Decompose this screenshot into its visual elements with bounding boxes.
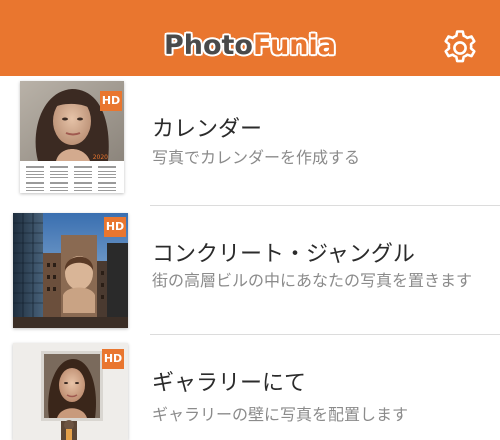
list-item-calendar[interactable]: 2020 HD カレンダー 写真でカレンダーを作成する: [0, 76, 500, 204]
app-logo: PhotoFunia: [0, 26, 500, 66]
hd-badge: HD: [100, 91, 122, 111]
hd-badge: HD: [102, 349, 124, 369]
effect-description: ギャラリーの壁に写真を配置します: [152, 405, 409, 424]
gear-icon: [444, 30, 476, 63]
calendar-thumbnail: 2020 HD: [20, 81, 124, 193]
list-item-concrete-jungle[interactable]: HD コンクリート・ジャングル 街の高層ビルの中にあなたの写真を置きます: [0, 206, 500, 334]
concrete-jungle-thumbnail: HD: [13, 213, 128, 328]
effects-list: 2020 HD カレンダー 写真でカレンダーを作成する HD コンクリート・ジャ…: [0, 76, 500, 440]
logo-text-funia: Funia: [252, 30, 337, 61]
calendar-year-label: 2020: [93, 154, 108, 161]
gallery-thumbnail: HD: [13, 343, 128, 440]
logo-text-photo: Photo: [163, 30, 253, 61]
effect-title: コンクリート・ジャングル: [152, 242, 415, 267]
settings-button[interactable]: [440, 28, 480, 68]
hd-badge: HD: [104, 217, 126, 237]
effect-title: ギャラリーにて: [152, 371, 307, 396]
effect-description: 街の高層ビルの中にあなたの写真を置きます: [152, 271, 473, 290]
effect-description: 写真でカレンダーを作成する: [152, 148, 361, 167]
app-header: PhotoFunia: [0, 0, 500, 76]
effect-title: カレンダー: [152, 117, 263, 142]
list-item-gallery[interactable]: HD ギャラリーにて ギャラリーの壁に写真を配置します: [0, 335, 500, 440]
